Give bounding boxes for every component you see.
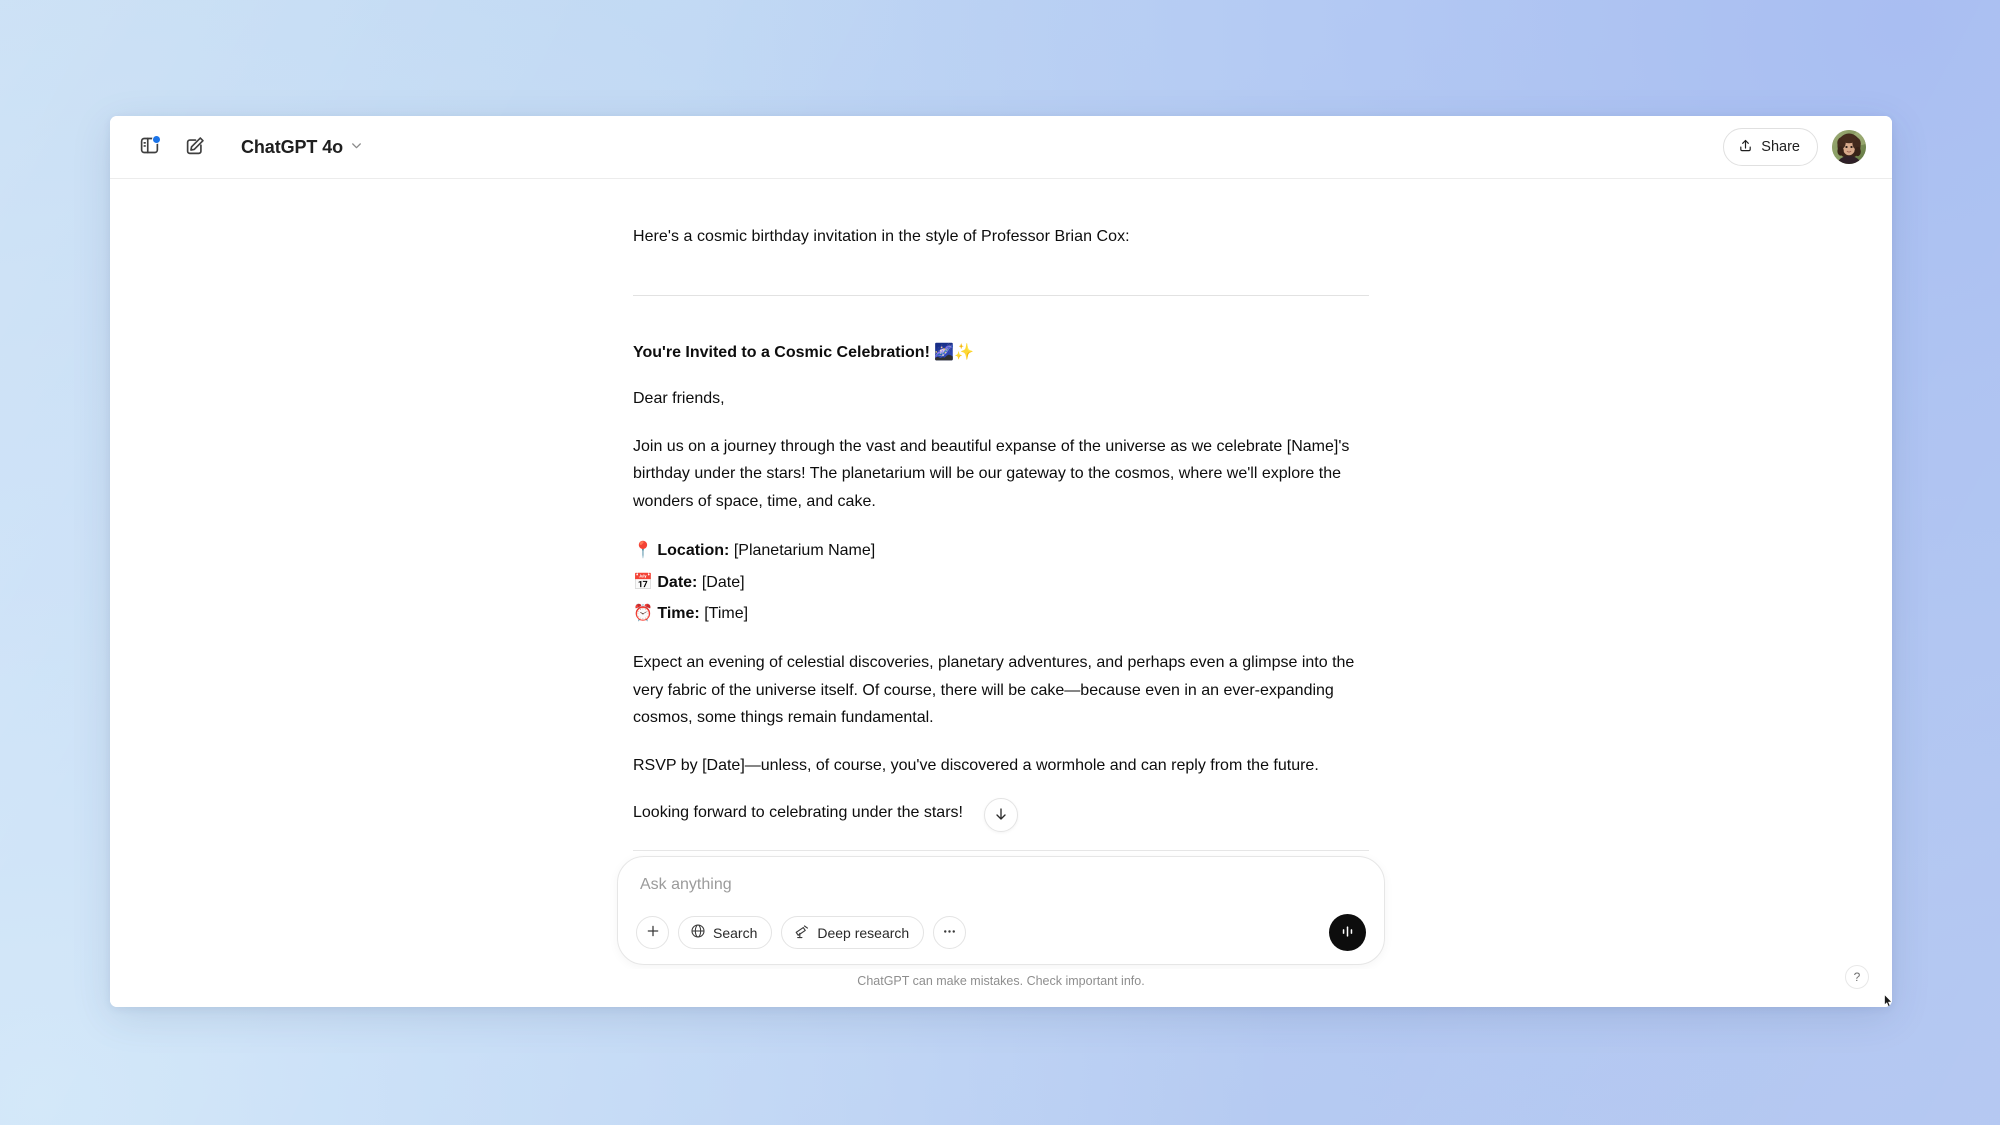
share-upload-icon [1738,138,1753,157]
model-selector[interactable]: ChatGPT 4o [233,131,373,164]
detail-value-time: [Time] [704,604,749,622]
chevron-down-icon [350,139,363,155]
detail-label-location: Location: [657,542,730,560]
disclaimer-text: ChatGPT can make mistakes. Check importa… [857,974,1145,988]
avatar-image [1832,130,1866,164]
detail-row-location: 📍 Location: [Planetarium Name] [633,535,1369,566]
conversation-scroll-area[interactable]: Here's a cosmic birthday invitation in t… [110,179,1892,850]
location-pin-icon: 📍 [633,540,653,560]
composer-zone: Search Deep research [110,850,1892,969]
app-footer: ChatGPT can make mistakes. Check importa… [110,965,1892,1007]
telescope-icon [793,923,810,943]
composer-inner: Search Deep research [617,850,1385,965]
new-chat-button[interactable] [176,128,214,166]
sidebar-notification-dot [152,135,161,144]
globe-icon [690,923,706,942]
composer-divider [633,850,1369,851]
attach-button[interactable] [636,916,669,949]
avatar[interactable] [1832,130,1866,164]
expect-paragraph: Expect an evening of celestial discoveri… [633,654,1355,727]
help-button[interactable]: ? [1845,965,1869,989]
body-paragraph: Join us on a journey through the vast an… [633,437,1350,510]
calendar-icon: 📅 [633,571,653,591]
app-header: ChatGPT 4o Share [110,116,1892,179]
share-button[interactable]: Share [1723,128,1818,166]
detail-value-date: [Date] [701,573,745,591]
assistant-message: Here's a cosmic birthday invitation in t… [633,179,1369,850]
composer-toolbar: Search Deep research [636,914,1366,951]
chat-input[interactable] [636,874,1366,896]
deep-research-button-label: Deep research [817,924,910,941]
header-left-group: ChatGPT 4o [130,128,373,166]
chatgpt-app-window: ChatGPT 4o Share Here's a cosmic birthda… [110,116,1892,1007]
alarm-clock-icon: ⏰ [633,602,653,622]
rsvp-paragraph: RSVP by [Date]—unless, of course, you've… [633,756,1319,774]
scroll-to-bottom-button[interactable] [984,798,1018,832]
intro-line: Here's a cosmic birthday invitation in t… [633,228,1130,245]
salutation: Dear friends, [633,390,725,408]
voice-mode-button[interactable] [1329,914,1366,951]
deep-research-button[interactable]: Deep research [781,916,925,949]
model-name-label: ChatGPT 4o [241,136,344,157]
detail-row-time: ⏰ Time: [Time] [633,598,1369,629]
voice-waveform-icon [1338,922,1357,944]
detail-label-date: Date: [657,573,698,591]
message-divider [633,294,1369,296]
search-button[interactable]: Search [678,916,773,949]
invitation-title: You're Invited to a Cosmic Celebration! … [633,343,975,361]
composer-box[interactable]: Search Deep research [617,856,1385,965]
header-right-group: Share [1723,128,1866,166]
new-chat-pencil-icon [185,135,206,159]
sidebar-toggle-button[interactable] [130,128,168,166]
ellipsis-icon [941,923,958,943]
share-button-label: Share [1761,139,1800,155]
detail-value-location: [Planetarium Name] [733,542,876,560]
search-button-label: Search [713,924,758,941]
detail-label-time: Time: [657,604,700,622]
event-details: 📍 Location: [Planetarium Name] 📅 Date: [… [633,535,1369,629]
detail-row-date: 📅 Date: [Date] [633,567,1369,598]
more-options-button[interactable] [933,916,967,949]
plus-icon [645,923,661,942]
arrow-down-icon [993,806,1009,825]
